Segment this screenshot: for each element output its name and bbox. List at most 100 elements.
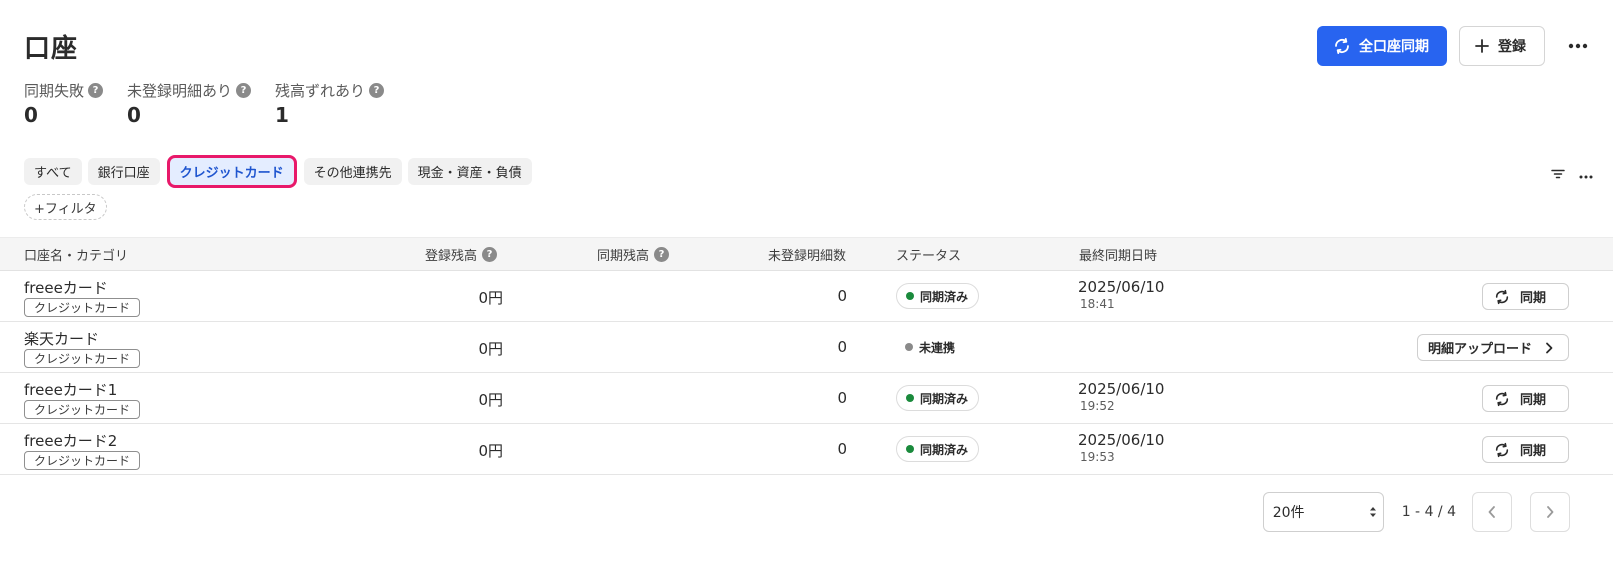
account-name[interactable]: freeeカード1 [24, 379, 117, 400]
sync-icon [1495, 289, 1509, 304]
upload-statement-label: 明細アップロード [1428, 342, 1533, 357]
sync-icon [1495, 391, 1509, 406]
list-tools [1551, 164, 1593, 183]
last-sync-time: 19:52 [1080, 399, 1115, 413]
registered-balance: 0円 [478, 391, 503, 409]
sync-icon [1335, 37, 1349, 55]
select-arrows-icon [1369, 507, 1376, 517]
next-page-button[interactable] [1530, 492, 1570, 532]
help-icon[interactable]: ? [654, 247, 670, 262]
last-sync-date: 2025/06/10 [1078, 431, 1165, 449]
header-label: 同期残高 [597, 249, 650, 264]
sync-button[interactable]: 同期 [1482, 436, 1569, 463]
status-dot-icon [906, 445, 914, 453]
help-icon[interactable]: ? [482, 247, 498, 262]
tab-cash-assets[interactable]: 現金・資産・負債 [407, 158, 532, 185]
sync-all-label: 全口座同期 [1359, 39, 1429, 55]
header-label: ステータス [896, 249, 962, 264]
account-name[interactable]: 楽天カード [24, 328, 99, 349]
header-registered-balance: 登録残高? [425, 238, 498, 271]
tab-all[interactable]: すべて [24, 158, 82, 185]
summary-value: 0 [127, 103, 141, 127]
page-more-button[interactable] [1555, 26, 1601, 66]
status-badge: 同期済み [896, 385, 980, 411]
help-icon[interactable]: ? [236, 82, 252, 98]
header-label: 口座名・カテゴリ [24, 249, 129, 264]
summary-value: 0 [24, 103, 38, 127]
table-row[interactable]: freeeカード1 クレジットカード 0円 0 同期済み 2025/06/10 … [0, 373, 1613, 424]
sync-icon [1495, 442, 1509, 457]
page-title: 口座 [24, 34, 79, 64]
header-unregistered-count: 未登録明細数 [768, 238, 846, 271]
sync-all-button[interactable]: 全口座同期 [1317, 26, 1447, 66]
header-last-sync: 最終同期日時 [1079, 238, 1157, 271]
status-dot-icon [906, 394, 914, 402]
summary-label: 同期失敗 [24, 81, 85, 100]
summary-unregistered: 未登録明細あり? 0 [127, 80, 252, 127]
category-tag: クレジットカード [24, 400, 141, 419]
summary: 同期失敗? 0 未登録明細あり? 0 残高ずれあり? 1 [24, 80, 408, 127]
summary-value: 1 [275, 103, 289, 127]
tab-credit-card[interactable]: クレジットカード [166, 155, 297, 188]
registered-balance: 0円 [478, 340, 503, 358]
status-label: 同期済み [920, 442, 969, 457]
unregistered-count: 0 [837, 287, 847, 305]
per-page-value: 20件 [1272, 505, 1305, 521]
page-range: 1 - 4 / 4 [1401, 504, 1456, 520]
register-button[interactable]: 登録 [1459, 26, 1545, 66]
table-row[interactable]: freeeカード クレジットカード 0円 0 同期済み 2025/06/10 1… [0, 271, 1613, 322]
tab-other[interactable]: その他連携先 [303, 158, 402, 185]
status-label: 同期済み [920, 391, 969, 406]
per-page-select[interactable]: 20件 [1262, 492, 1384, 532]
summary-balance-mismatch: 残高ずれあり? 1 [275, 80, 385, 127]
last-sync-date: 2025/06/10 [1078, 278, 1165, 296]
tab-bank[interactable]: 銀行口座 [87, 158, 160, 185]
header-label: 未登録明細数 [768, 249, 847, 264]
more-horizontal-icon [1579, 175, 1593, 179]
plus-icon [1475, 39, 1489, 53]
help-icon[interactable]: ? [369, 82, 385, 98]
more-horizontal-icon [1568, 43, 1588, 49]
help-icon[interactable]: ? [88, 82, 104, 98]
sync-label: 同期 [1520, 393, 1547, 408]
sync-label: 同期 [1520, 291, 1547, 306]
status-badge: 同期済み [896, 283, 980, 309]
chevron-right-icon [1546, 342, 1553, 353]
sync-label: 同期 [1520, 444, 1547, 459]
filter-icon[interactable] [1551, 164, 1565, 183]
summary-sync-failed: 同期失敗? 0 [24, 80, 104, 127]
upload-statement-button[interactable]: 明細アップロード [1417, 334, 1569, 361]
summary-label: 未登録明細あり [127, 81, 233, 100]
registered-balance: 0円 [478, 442, 503, 460]
category-tag: クレジットカード [24, 349, 141, 368]
status-label: 同期済み [920, 289, 969, 304]
sync-button[interactable]: 同期 [1482, 283, 1569, 310]
header-synced-balance: 同期残高? [597, 238, 670, 271]
chevron-left-icon [1488, 506, 1495, 518]
header-label: 登録残高 [425, 249, 478, 264]
sync-button[interactable]: 同期 [1482, 385, 1569, 412]
table-row[interactable]: freeeカード2 クレジットカード 0円 0 同期済み 2025/06/10 … [0, 424, 1613, 475]
add-filter-button[interactable]: +フィルタ [24, 194, 107, 220]
status-badge: 同期済み [896, 436, 980, 462]
prev-page-button[interactable] [1472, 492, 1512, 532]
account-name[interactable]: freeeカード [24, 277, 108, 298]
unregistered-count: 0 [837, 440, 847, 458]
category-tabs: すべて 銀行口座 クレジットカード その他連携先 現金・資産・負債 [24, 155, 538, 188]
status-badge: 未連携 [896, 334, 966, 360]
header-label: 最終同期日時 [1079, 249, 1158, 264]
unregistered-count: 0 [837, 389, 847, 407]
top-actions: 全口座同期 登録 [1317, 26, 1613, 66]
account-name[interactable]: freeeカード2 [24, 430, 117, 451]
list-more-button[interactable] [1579, 164, 1593, 183]
table-header: 口座名・カテゴリ 登録残高? 同期残高? 未登録明細数 ステータス 最終同期日時 [0, 237, 1613, 271]
table-row[interactable]: 楽天カード クレジットカード 0円 0 未連携 明細アップロード [0, 322, 1613, 373]
unregistered-count: 0 [837, 338, 847, 356]
accounts-table: 口座名・カテゴリ 登録残高? 同期残高? 未登録明細数 ステータス 最終同期日時… [0, 237, 1613, 475]
status-dot-icon [906, 292, 914, 300]
header-name: 口座名・カテゴリ [24, 238, 128, 271]
pagination: 20件 1 - 4 / 4 [1262, 492, 1613, 532]
register-label: 登録 [1498, 39, 1526, 55]
status-dot-icon [905, 343, 913, 351]
category-tag: クレジットカード [24, 298, 141, 317]
